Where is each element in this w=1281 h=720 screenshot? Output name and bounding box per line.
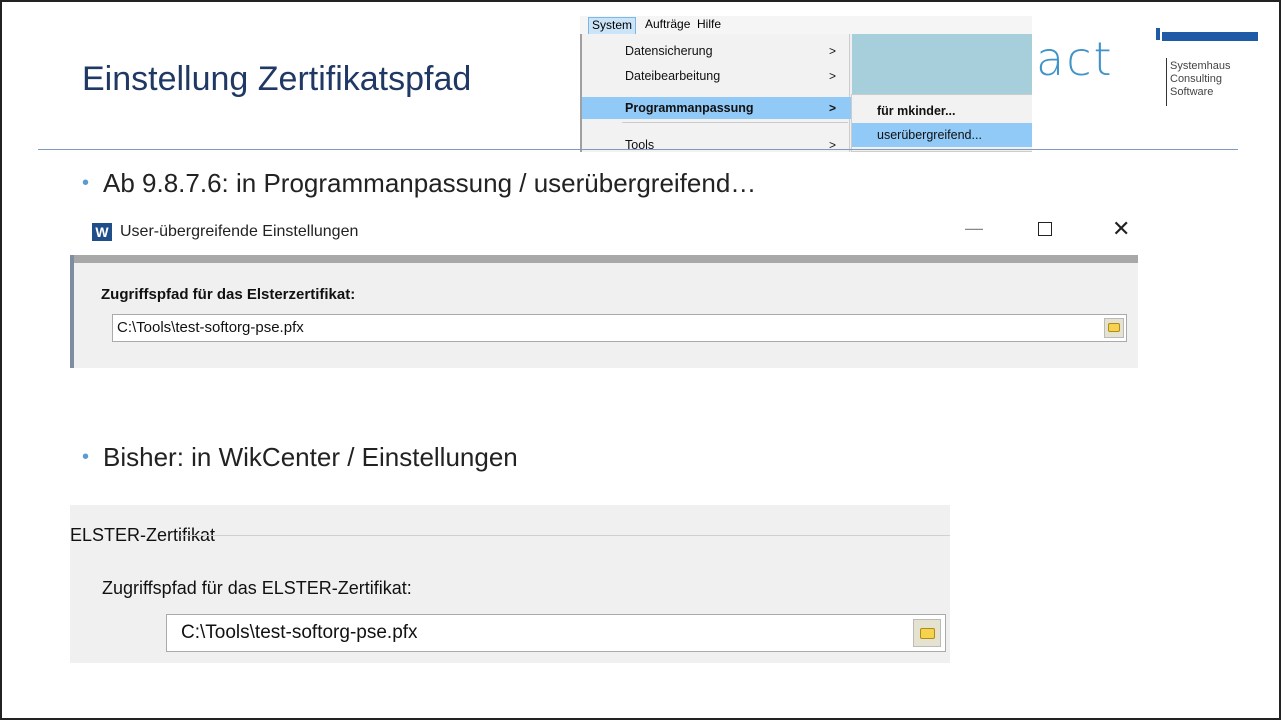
submenu-item-fuer-mkinder[interactable]: für mkinder... — [852, 99, 1032, 123]
chevron-right-icon: > — [828, 101, 836, 115]
browse-folder-button[interactable] — [913, 619, 941, 647]
dialog-separator-bar — [74, 255, 1138, 263]
bullet-new-location: • Ab 9.8.7.6: in Programmanpassung / user… — [82, 168, 756, 199]
minimize-icon[interactable]: — — [965, 218, 983, 239]
menu-item-label: Datensicherung — [625, 44, 713, 58]
menu-separator — [622, 122, 848, 123]
maximize-icon[interactable] — [1038, 222, 1052, 236]
menu-auftraege[interactable]: Aufträge — [642, 17, 693, 31]
elster-path-label: Zugriffspfad für das ELSTER-Zertifikat: — [102, 578, 412, 598]
logo-bar — [1162, 32, 1258, 41]
user-settings-dialog: W User-übergreifende Einstellungen — ✕ Z… — [70, 210, 1138, 368]
submenu-item-useruebergreifend[interactable]: userübergreifend... — [852, 123, 1032, 147]
group-rule — [180, 535, 950, 536]
title-divider — [38, 149, 1238, 150]
certificate-path-label: Zugriffspfad für das Elsterzertifikat: — [101, 286, 356, 303]
folder-icon — [920, 628, 935, 639]
certificate-path-value: C:\Tools\test-softorg-pse.pfx — [117, 319, 304, 336]
menu-system[interactable]: System — [588, 17, 637, 35]
logo-line-software: Software — [1170, 86, 1214, 98]
browse-folder-button[interactable] — [1104, 318, 1124, 338]
chevron-right-icon: > — [828, 44, 836, 58]
logo-line-systemhaus: Systemhaus — [1170, 60, 1231, 72]
company-logo: act Systemhaus Consulting Software — [1036, 26, 1258, 116]
bullet-dot: • — [82, 446, 90, 468]
dialog-title: User-übergreifende Einstellungen — [120, 223, 359, 240]
elster-path-input[interactable]: C:\Tools\test-softorg-pse.pfx — [166, 614, 946, 652]
menu-item-label: Dateibearbeitung — [625, 69, 721, 83]
app-w-icon: W — [92, 223, 112, 241]
logo-divider — [1166, 58, 1167, 106]
menu-item-datensicherung[interactable]: Datensicherung > — [582, 40, 852, 62]
menu-hilfe[interactable]: Hilfe — [694, 17, 724, 31]
menubar: System Aufträge Hilfe — [580, 16, 1032, 35]
logo-mark — [1156, 28, 1160, 40]
bullet-text: Bisher: in WikCenter / Einstellungen — [103, 442, 518, 472]
menu-item-label: Programmanpassung — [625, 101, 754, 115]
logo-line-consulting: Consulting — [1170, 73, 1222, 85]
elster-path-value: C:\Tools\test-softorg-pse.pfx — [181, 622, 418, 643]
certificate-path-input[interactable]: C:\Tools\test-softorg-pse.pfx — [112, 314, 1127, 342]
chevron-right-icon: > — [828, 69, 836, 83]
background-area — [852, 34, 1032, 96]
submenu-programmanpassung: für mkinder... userübergreifend... — [851, 94, 1032, 152]
menu-item-programmanpassung[interactable]: Programmanpassung > — [582, 97, 852, 119]
folder-icon — [1108, 323, 1120, 332]
bullet-text: Ab 9.8.7.6: in Programmanpassung / userü… — [103, 168, 757, 198]
slide: Einstellung Zertifikatspfad System Auftr… — [0, 0, 1281, 720]
menu-screenshot: System Aufträge Hilfe Datensicherung > D… — [580, 16, 1032, 152]
system-dropdown: Datensicherung > Dateibearbeitung > Prog… — [580, 34, 852, 152]
close-icon[interactable]: ✕ — [1112, 216, 1130, 242]
logo-text: act — [1036, 32, 1114, 86]
menu-item-dateibearbeitung[interactable]: Dateibearbeitung > — [582, 65, 852, 87]
left-edge — [70, 255, 74, 368]
bullet-dot: • — [82, 172, 90, 194]
slide-title: Einstellung Zertifikatspfad — [82, 60, 472, 98]
dialog-titlebar: W User-übergreifende Einstellungen — ✕ — [70, 210, 1138, 255]
wikcenter-settings-panel: ELSTER-Zertifikat Zugriffspfad für das E… — [70, 505, 950, 663]
bullet-old-location: • Bisher: in WikCenter / Einstellungen — [82, 442, 518, 473]
